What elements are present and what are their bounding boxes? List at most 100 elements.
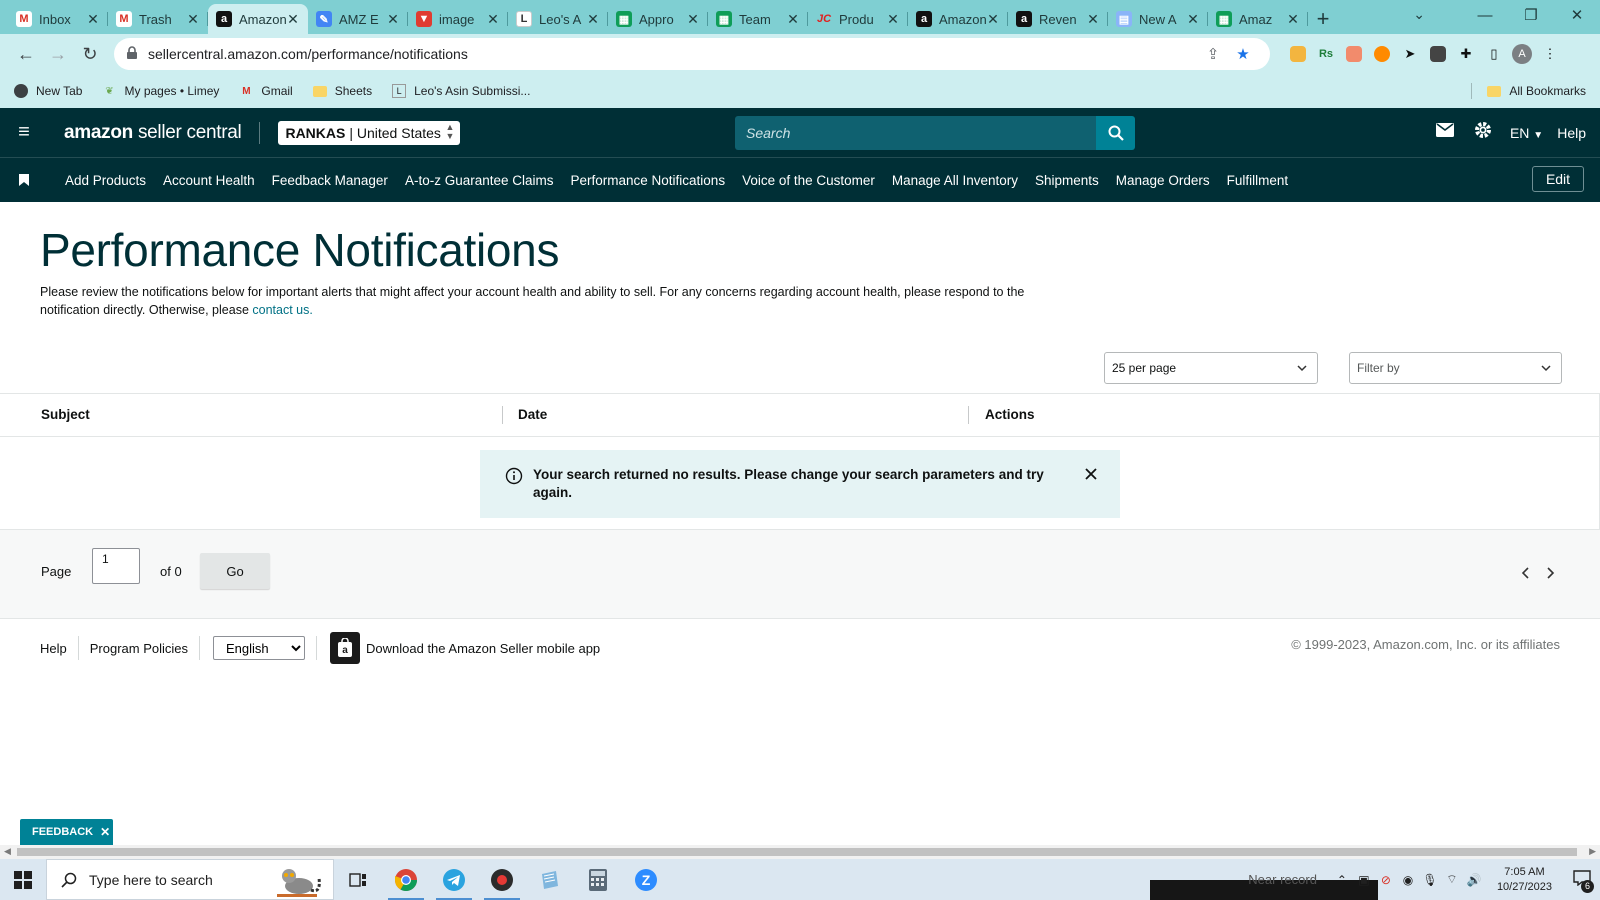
search-input[interactable] bbox=[735, 116, 1096, 150]
close-icon[interactable]: ✕ bbox=[686, 11, 700, 28]
filter-by-select[interactable]: Filter by bbox=[1349, 352, 1562, 384]
bookmark-icon[interactable] bbox=[0, 174, 48, 186]
chevron-up-icon[interactable]: ⌃ bbox=[1331, 873, 1353, 887]
close-window-button[interactable]: ✕ bbox=[1554, 6, 1600, 24]
extension-amz-icon[interactable] bbox=[1284, 44, 1312, 64]
per-page-select[interactable]: 25 per page bbox=[1104, 352, 1318, 384]
amazon-app-icon[interactable]: a bbox=[330, 632, 361, 664]
help-link[interactable]: Help bbox=[1557, 125, 1586, 141]
contact-us-link[interactable]: contact us. bbox=[252, 303, 312, 317]
nav-item-voice-of-the-customer[interactable]: Voice of the Customer bbox=[742, 173, 875, 188]
url-text[interactable]: sellercentral.amazon.com/performance/not… bbox=[148, 46, 1198, 62]
chevron-right-icon[interactable] bbox=[1545, 566, 1555, 580]
nav-item-a-to-z-guarantee-claims[interactable]: A-to-z Guarantee Claims bbox=[405, 173, 554, 188]
browser-tab[interactable]: ▦ Team ✕ bbox=[708, 4, 808, 34]
account-switcher[interactable]: RANKAS | United States ▲ ▼ bbox=[278, 120, 461, 145]
download-app-link[interactable]: Download the Amazon Seller mobile app bbox=[366, 641, 600, 656]
notepad-taskbar-icon[interactable] bbox=[526, 859, 574, 900]
restore-button[interactable]: ❐ bbox=[1508, 6, 1554, 24]
network-icon[interactable]: ◉ bbox=[1397, 873, 1419, 887]
close-icon[interactable]: ✕ bbox=[386, 11, 400, 28]
feedback-button[interactable]: FEEDBACK ✕ bbox=[20, 819, 113, 845]
browser-tab[interactable]: JC Produ ✕ bbox=[808, 4, 908, 34]
nav-item-feedback-manager[interactable]: Feedback Manager bbox=[272, 173, 388, 188]
share-icon[interactable]: ⇪ bbox=[1198, 45, 1228, 63]
bookmark-star-icon[interactable]: ★ bbox=[1228, 45, 1258, 63]
browser-tab[interactable]: L Leo's A ✕ bbox=[508, 4, 608, 34]
browser-tab[interactable]: ▦ Amaz ✕ bbox=[1208, 4, 1308, 34]
extension-off-icon[interactable] bbox=[1424, 44, 1452, 64]
extension-cursor-icon[interactable]: ➤ bbox=[1396, 44, 1424, 64]
program-policies-link[interactable]: Program Policies bbox=[90, 641, 188, 656]
nav-item-account-health[interactable]: Account Health bbox=[163, 173, 255, 188]
close-icon[interactable]: ✕ bbox=[286, 11, 300, 28]
zoom-taskbar-icon[interactable]: Z bbox=[622, 859, 670, 900]
close-icon[interactable]: ✕ bbox=[786, 11, 800, 28]
volume-icon[interactable]: 🔊 bbox=[1463, 873, 1485, 887]
close-icon[interactable]: ✕ bbox=[86, 11, 100, 28]
go-button[interactable]: Go bbox=[200, 553, 270, 589]
scrollbar-thumb[interactable] bbox=[17, 848, 1577, 856]
browser-tab[interactable]: M Inbox ✕ bbox=[8, 4, 108, 34]
telegram-taskbar-icon[interactable] bbox=[430, 859, 478, 900]
bookmark-item[interactable]: L Leo's Asin Submissi... bbox=[392, 84, 530, 98]
minimize-button[interactable]: — bbox=[1462, 7, 1508, 24]
browser-tab[interactable]: ✎ AMZ E ✕ bbox=[308, 4, 408, 34]
close-icon[interactable]: ✕ bbox=[186, 11, 200, 28]
recorder-taskbar-icon[interactable] bbox=[478, 859, 526, 900]
footer-help-link[interactable]: Help bbox=[40, 641, 67, 656]
gear-icon[interactable] bbox=[1464, 121, 1502, 144]
back-button[interactable]: ← bbox=[10, 44, 42, 65]
seller-central-logo[interactable]: amazon seller central bbox=[64, 122, 242, 144]
close-icon[interactable]: ✕ bbox=[886, 11, 900, 28]
close-icon[interactable]: ✕ bbox=[986, 11, 1000, 28]
windows-start-icon[interactable] bbox=[0, 870, 46, 889]
nav-item-add-products[interactable]: Add Products bbox=[65, 173, 146, 188]
blocked-icon[interactable]: ⊘ bbox=[1375, 873, 1397, 887]
language-selector[interactable]: EN ▼ bbox=[1510, 125, 1543, 141]
system-clock[interactable]: 7:05 AM 10/27/2023 bbox=[1497, 865, 1552, 895]
extensions-puzzle-icon[interactable]: ✚ bbox=[1452, 44, 1480, 64]
chevron-left-icon[interactable] bbox=[1521, 566, 1531, 580]
close-icon[interactable]: ✕ bbox=[1086, 11, 1100, 28]
nav-item-manage-orders[interactable]: Manage Orders bbox=[1116, 173, 1210, 188]
hamburger-menu-icon[interactable]: ≡ bbox=[0, 121, 48, 144]
search-button[interactable] bbox=[1096, 116, 1135, 150]
close-icon[interactable]: ✕ bbox=[486, 11, 500, 28]
bookmark-item[interactable]: Sheets bbox=[312, 84, 372, 98]
extension-rs-icon[interactable]: Rs bbox=[1312, 44, 1340, 64]
close-icon[interactable]: ✕ bbox=[586, 11, 600, 28]
browser-tab[interactable]: a Amazon ✕ bbox=[908, 4, 1008, 34]
reload-button[interactable]: ↻ bbox=[74, 44, 106, 65]
browser-tab[interactable]: M Trash ✕ bbox=[108, 4, 208, 34]
column-date[interactable]: Date bbox=[518, 407, 547, 422]
browser-tab[interactable]: a Reven ✕ bbox=[1008, 4, 1108, 34]
browser-menu-icon[interactable]: ⋮ bbox=[1536, 44, 1564, 64]
extension-orange-icon[interactable] bbox=[1368, 44, 1396, 64]
task-view-icon[interactable] bbox=[334, 859, 382, 900]
close-icon[interactable]: ✕ bbox=[1286, 11, 1300, 28]
mail-icon[interactable] bbox=[1426, 123, 1464, 142]
profile-avatar[interactable]: A bbox=[1508, 44, 1536, 64]
side-panel-icon[interactable]: ▯ bbox=[1480, 44, 1508, 64]
edit-nav-button[interactable]: Edit bbox=[1532, 166, 1584, 192]
site-info-icon[interactable] bbox=[126, 45, 138, 63]
browser-tab[interactable]: a Amazon ✕ bbox=[208, 4, 308, 34]
calculator-taskbar-icon[interactable] bbox=[574, 859, 622, 900]
close-icon[interactable]: ✕ bbox=[100, 825, 110, 839]
device-icon[interactable]: ▣ bbox=[1353, 873, 1375, 887]
taskbar-search[interactable]: Type here to search bbox=[46, 859, 334, 900]
chrome-taskbar-icon[interactable] bbox=[382, 859, 430, 900]
extension-camera-icon[interactable] bbox=[1340, 44, 1368, 64]
browser-tab[interactable]: ▼ image ✕ bbox=[408, 4, 508, 34]
scroll-left-icon[interactable]: ◀ bbox=[4, 846, 11, 857]
wifi-icon[interactable]: ⌔ bbox=[1441, 872, 1463, 887]
nav-item-fulfillment[interactable]: Fulfillment bbox=[1227, 173, 1289, 188]
bookmark-item[interactable]: M Gmail bbox=[239, 84, 293, 98]
nav-item-manage-all-inventory[interactable]: Manage All Inventory bbox=[892, 173, 1018, 188]
close-icon[interactable] bbox=[1084, 467, 1098, 481]
all-bookmarks-button[interactable]: All Bookmarks bbox=[1487, 84, 1586, 98]
bookmark-item[interactable]: New Tab bbox=[14, 84, 82, 98]
scroll-right-icon[interactable]: ▶ bbox=[1589, 846, 1596, 857]
nav-item-shipments[interactable]: Shipments bbox=[1035, 173, 1099, 188]
